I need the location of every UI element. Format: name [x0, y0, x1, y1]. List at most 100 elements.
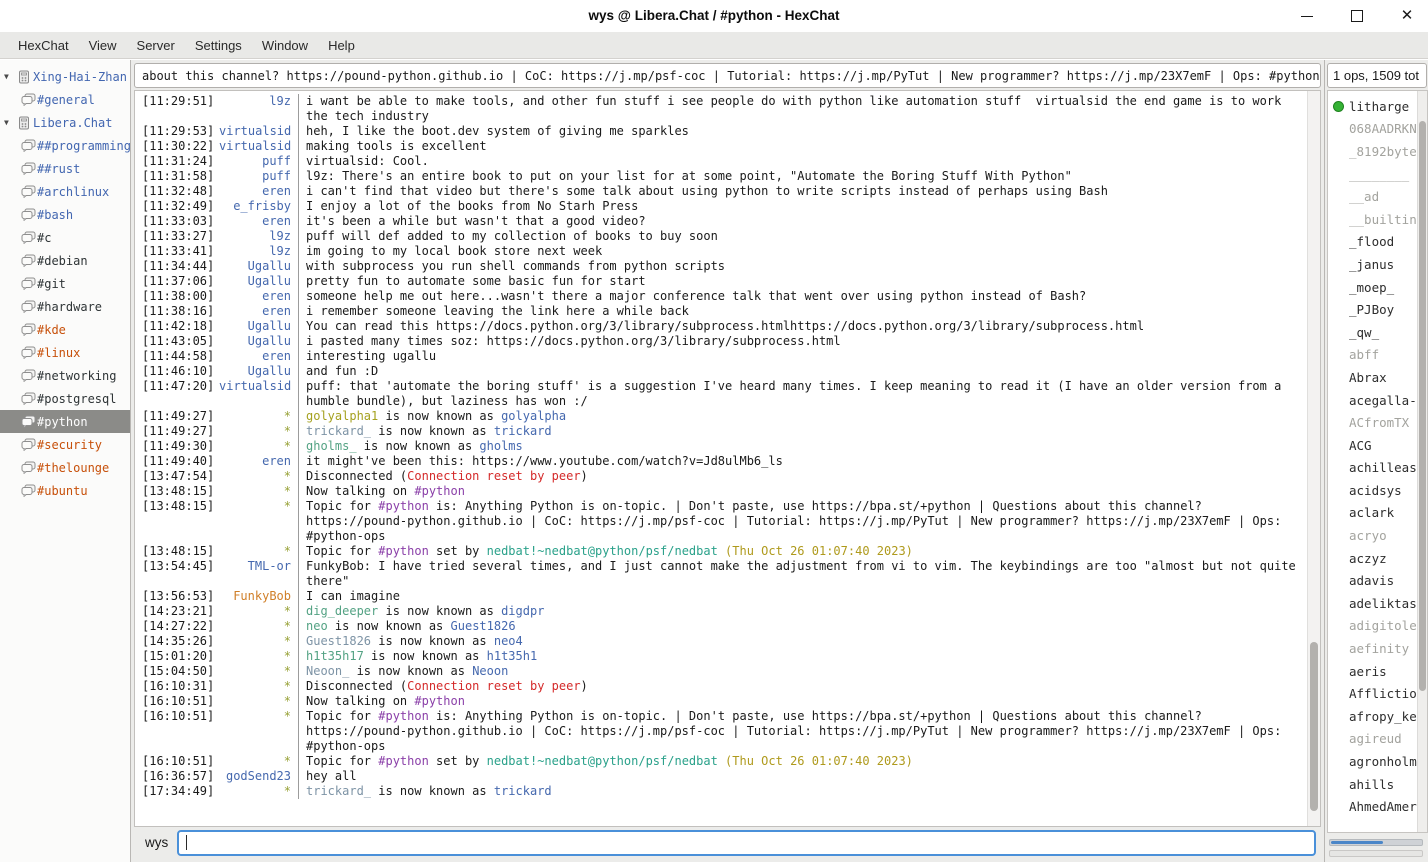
user-list-item[interactable]: acryo — [1328, 524, 1417, 547]
chat-timestamp: [11:38:16] — [135, 304, 219, 319]
chat-message-segment: ) — [581, 469, 588, 483]
user-list-item[interactable]: __builtin — [1328, 208, 1417, 231]
user-list-item[interactable]: ACG — [1328, 434, 1417, 457]
sidebar-item-git[interactable]: #git — [0, 272, 130, 295]
sidebar-item-c[interactable]: #c — [0, 226, 130, 249]
user-list-item[interactable]: adavis — [1328, 569, 1417, 592]
topic-input[interactable]: about this channel? https://pound-python… — [134, 63, 1321, 88]
channel-name: #thelounge — [37, 461, 109, 475]
user-list-item[interactable]: adeliktas — [1328, 592, 1417, 615]
chat-message: it might've been this: https://www.youtu… — [298, 454, 1307, 469]
chat-timestamp: [11:44:58] — [135, 349, 219, 364]
menu-item-help[interactable]: Help — [318, 32, 365, 59]
menu-item-server[interactable]: Server — [127, 32, 185, 59]
chat-nick: Ugallu — [219, 334, 298, 349]
chat-scrollbar[interactable] — [1307, 91, 1320, 826]
user-list-item[interactable]: agireud — [1328, 728, 1417, 751]
chat-nick: eren — [219, 454, 298, 469]
user-list-scrollbar[interactable] — [1417, 91, 1427, 832]
sidebar-item-rust[interactable]: ##rust — [0, 157, 130, 180]
chat-line: [14:35:26]*Guest1826 is now known as neo… — [135, 634, 1307, 649]
user-list-item[interactable]: agronholm — [1328, 750, 1417, 773]
user-list-item[interactable]: AhmedAmer — [1328, 795, 1417, 818]
user-nick: achilleas — [1349, 460, 1417, 475]
chat-timestamp: [11:33:27] — [135, 229, 219, 244]
sidebar-item-networking[interactable]: #networking — [0, 364, 130, 387]
user-list-item[interactable]: _qw_ — [1328, 321, 1417, 344]
user-list-item[interactable]: 068AADRKN — [1328, 118, 1417, 141]
tree-network-row[interactable]: ▼ Xing-Hai-Zhan — [0, 65, 130, 88]
user-nick: ACG — [1349, 438, 1372, 453]
user-list-item[interactable]: _janus — [1328, 253, 1417, 276]
user-list-item[interactable]: ________ — [1328, 163, 1417, 186]
sidebar-item-bash[interactable]: #bash — [0, 203, 130, 226]
user-list-item[interactable]: _PJBoy — [1328, 298, 1417, 321]
user-list-item[interactable]: aefinity — [1328, 637, 1417, 660]
chat-message: Now talking on #python — [298, 694, 1307, 709]
user-nick: AhmedAmer — [1349, 799, 1417, 814]
user-list-item[interactable]: abff — [1328, 344, 1417, 367]
chat-message-segment: gholms — [479, 439, 522, 453]
sidebar-item-kde[interactable]: #kde — [0, 318, 130, 341]
user-list-item[interactable]: adigitole — [1328, 615, 1417, 638]
user-list-item[interactable]: acegalla- — [1328, 389, 1417, 412]
user-list-item[interactable]: _moep_ — [1328, 276, 1417, 299]
user-list-scrollbar-thumb[interactable] — [1419, 121, 1426, 692]
user-nick: Abrax — [1349, 370, 1387, 385]
chat-message-segment: pretty fun to automate some basic fun fo… — [306, 274, 646, 288]
user-list-item[interactable]: ACfromTX — [1328, 411, 1417, 434]
lag-meters — [1325, 836, 1428, 862]
sidebar-item-security[interactable]: #security — [0, 433, 130, 456]
menu-item-hexchat[interactable]: HexChat — [8, 32, 79, 59]
sidebar-item-archlinux[interactable]: #archlinux — [0, 180, 130, 203]
sidebar-item-general[interactable]: #general — [0, 88, 130, 111]
chat-message: im going to my local book store next wee… — [298, 244, 1307, 259]
user-list-item[interactable]: Abrax — [1328, 366, 1417, 389]
chat-line: [14:23:21]*dig_deeper is now known as di… — [135, 604, 1307, 619]
chat-message-segment: it's been a while but wasn't that a good… — [306, 214, 646, 228]
message-input[interactable] — [177, 830, 1316, 856]
network-name: Xing-Hai-Zhan — [33, 70, 127, 84]
user-list-item[interactable]: aclark — [1328, 502, 1417, 525]
minimize-icon[interactable] — [1300, 9, 1314, 23]
user-list-item[interactable]: acidsys — [1328, 479, 1417, 502]
sidebar-item-ubuntu[interactable]: #ubuntu — [0, 479, 130, 502]
sidebar-item-postgresql[interactable]: #postgresql — [0, 387, 130, 410]
close-icon[interactable]: ✕ — [1400, 9, 1414, 23]
chat-scrollbar-thumb[interactable] — [1310, 642, 1318, 811]
sidebar-item-linux[interactable]: #linux — [0, 341, 130, 364]
expander-icon[interactable]: ▼ — [0, 72, 15, 81]
chat-line: [14:27:22]*neo is now known as Guest1826 — [135, 619, 1307, 634]
user-list-item[interactable]: afropy_ke — [1328, 705, 1417, 728]
user-list-item[interactable]: _flood — [1328, 231, 1417, 254]
user-nick: ahills — [1349, 777, 1394, 792]
sidebar-item-programming[interactable]: ##programming — [0, 134, 130, 157]
tree-network-row[interactable]: ▼Libera.Chat — [0, 111, 130, 134]
user-list-item[interactable]: Affliction — [1328, 682, 1417, 705]
sidebar-item-python[interactable]: #python — [0, 410, 130, 433]
channel-name: #linux — [37, 346, 80, 360]
menu-item-view[interactable]: View — [79, 32, 127, 59]
chat-message-segment: (Thu Oct 26 01:07:40 2023) — [725, 754, 913, 768]
chat-line: [11:49:30]*gholms_ is now known as gholm… — [135, 439, 1307, 454]
chat-nick: * — [219, 439, 298, 454]
maximize-icon[interactable] — [1350, 9, 1364, 23]
user-list-item[interactable]: _8192byte — [1328, 140, 1417, 163]
menu-item-settings[interactable]: Settings — [185, 32, 252, 59]
sidebar-item-debian[interactable]: #debian — [0, 249, 130, 272]
user-list-item[interactable]: __ad — [1328, 185, 1417, 208]
sidebar-item-thelounge[interactable]: #thelounge — [0, 456, 130, 479]
expander-icon[interactable]: ▼ — [0, 118, 15, 127]
throttle-meter — [1329, 839, 1423, 846]
user-list-item[interactable]: achilleas — [1328, 457, 1417, 480]
channel-name: ##programming — [37, 139, 130, 153]
channel-icon — [19, 184, 37, 200]
chat-message-segment: with subprocess you run shell commands f… — [306, 259, 725, 273]
menu-item-window[interactable]: Window — [252, 32, 318, 59]
user-list-item[interactable]: aczyz — [1328, 547, 1417, 570]
user-list-item[interactable]: ahills — [1328, 773, 1417, 796]
user-list-item[interactable]: litharge — [1328, 95, 1417, 118]
chat-timestamp: [13:48:15] — [135, 484, 219, 499]
user-list-item[interactable]: aeris — [1328, 660, 1417, 683]
sidebar-item-hardware[interactable]: #hardware — [0, 295, 130, 318]
